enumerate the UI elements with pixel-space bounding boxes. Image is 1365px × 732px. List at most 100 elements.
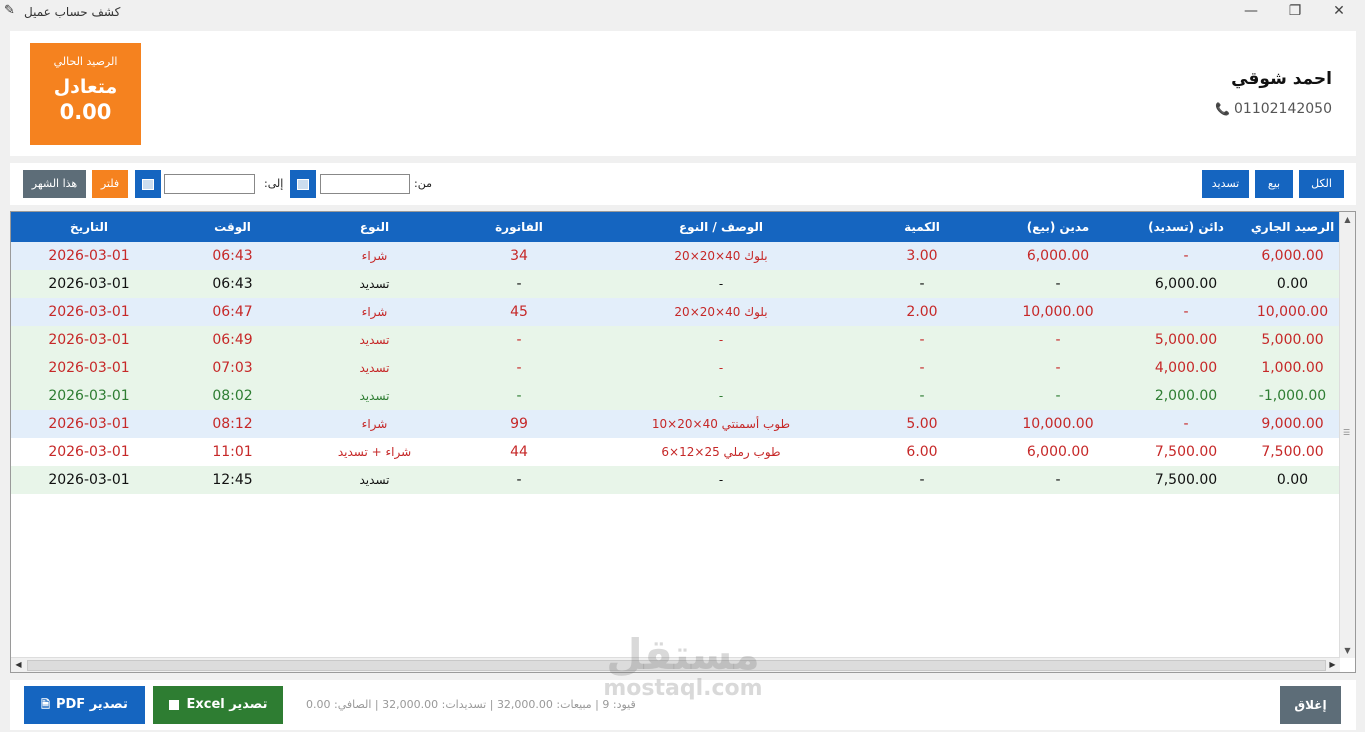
cell-credit: - bbox=[1127, 242, 1245, 270]
filter-button[interactable]: فلتر bbox=[92, 170, 128, 198]
cell-quantity: - bbox=[855, 326, 989, 354]
payment-filter-button[interactable]: تسديد bbox=[1202, 170, 1249, 198]
cell-balance: 1,000.00 bbox=[1245, 354, 1340, 382]
table-row[interactable]: 2026-03-01 11:01 شراء + تسديد 44 طوب رمل… bbox=[11, 438, 1340, 466]
phone-number: 01102142050 bbox=[1234, 101, 1332, 117]
cell-invoice: 45 bbox=[451, 298, 587, 326]
cell-debit: 10,000.00 bbox=[989, 298, 1127, 326]
cell-invoice: 44 bbox=[451, 438, 587, 466]
cell-type: شراء bbox=[298, 242, 451, 270]
file-icon: 🗎 bbox=[41, 698, 50, 711]
close-window-icon[interactable]: ✕ bbox=[1317, 0, 1361, 24]
calendar-icon bbox=[142, 178, 154, 190]
table-row[interactable]: 2026-03-01 12:45 تسديد - - - - 7,500.00 … bbox=[11, 466, 1340, 494]
export-excel-button[interactable]: Excel تصدير bbox=[153, 686, 283, 724]
cell-debit: - bbox=[989, 466, 1127, 494]
from-date-calendar-button[interactable] bbox=[290, 170, 316, 198]
cell-date: 2026-03-01 bbox=[11, 466, 167, 494]
table-row[interactable]: 2026-03-01 06:47 شراء 45 بلوك 40×20×20 2… bbox=[11, 298, 1340, 326]
scroll-right-icon[interactable]: ▶ bbox=[1325, 658, 1340, 672]
cell-type: تسديد bbox=[298, 466, 451, 494]
cell-invoice: - bbox=[451, 354, 587, 382]
scroll-down-icon[interactable]: ▼ bbox=[1340, 643, 1355, 658]
cell-time: 07:03 bbox=[167, 354, 298, 382]
cell-debit: - bbox=[989, 382, 1127, 410]
col-quantity[interactable]: الكمية bbox=[855, 212, 989, 242]
cell-time: 06:49 bbox=[167, 326, 298, 354]
cell-time: 06:43 bbox=[167, 242, 298, 270]
cell-balance: 9,000.00 bbox=[1245, 410, 1340, 438]
cell-date: 2026-03-01 bbox=[11, 382, 167, 410]
cell-credit: - bbox=[1127, 298, 1245, 326]
table-row[interactable]: 2026-03-01 06:49 تسديد - - - - 5,000.00 … bbox=[11, 326, 1340, 354]
customer-phone: 📞 01102142050 bbox=[1215, 101, 1332, 117]
cell-credit: 7,500.00 bbox=[1127, 438, 1245, 466]
cell-description: - bbox=[587, 270, 855, 298]
to-date-input[interactable] bbox=[164, 174, 255, 194]
col-invoice[interactable]: الفاتورة bbox=[451, 212, 587, 242]
minimize-icon[interactable]: — bbox=[1229, 0, 1273, 24]
col-running-balance[interactable]: الرصيد الجاري bbox=[1245, 212, 1340, 242]
col-description[interactable]: الوصف / النوع bbox=[587, 212, 855, 242]
table-row[interactable]: 2026-03-01 07:03 تسديد - - - - 4,000.00 … bbox=[11, 354, 1340, 382]
col-type[interactable]: النوع bbox=[298, 212, 451, 242]
table-row[interactable]: 2026-03-01 08:02 تسديد - - - - 2,000.00 … bbox=[11, 382, 1340, 410]
scroll-up-icon[interactable]: ▲ bbox=[1340, 212, 1355, 227]
cell-invoice: - bbox=[451, 382, 587, 410]
title-bar: ✎ كشف حساب عميل — ❐ ✕ bbox=[0, 0, 1365, 24]
col-time[interactable]: الوقت bbox=[167, 212, 298, 242]
cell-invoice: - bbox=[451, 270, 587, 298]
cell-date: 2026-03-01 bbox=[11, 326, 167, 354]
cell-description: - bbox=[587, 326, 855, 354]
cell-time: 08:02 bbox=[167, 382, 298, 410]
from-date-input[interactable] bbox=[320, 174, 410, 194]
cell-date: 2026-03-01 bbox=[11, 298, 167, 326]
vertical-scrollbar[interactable]: ▲ ☰ ▼ bbox=[1339, 212, 1355, 658]
scroll-left-icon[interactable]: ◀ bbox=[11, 658, 26, 672]
all-filter-button[interactable]: الكل bbox=[1299, 170, 1344, 198]
cell-time: 06:43 bbox=[167, 270, 298, 298]
to-label: :إلى bbox=[264, 177, 284, 190]
cell-date: 2026-03-01 bbox=[11, 438, 167, 466]
cell-credit: - bbox=[1127, 410, 1245, 438]
customer-name: احمد شوقي bbox=[1231, 69, 1332, 89]
cell-debit: 6,000.00 bbox=[989, 438, 1127, 466]
phone-icon: 📞 bbox=[1215, 102, 1231, 116]
cell-quantity: - bbox=[855, 466, 989, 494]
to-date-calendar-button[interactable] bbox=[135, 170, 161, 198]
col-date[interactable]: التاريخ bbox=[11, 212, 167, 242]
export-pdf-button[interactable]: 🗎 PDF تصدير bbox=[24, 686, 145, 724]
col-debit[interactable]: مدين (بيع) bbox=[989, 212, 1127, 242]
cell-description: - bbox=[587, 354, 855, 382]
cell-credit: 7,500.00 bbox=[1127, 466, 1245, 494]
table-row[interactable]: 2026-03-01 06:43 شراء 34 بلوك 40×20×20 3… bbox=[11, 242, 1340, 270]
cell-date: 2026-03-01 bbox=[11, 242, 167, 270]
table-row[interactable]: 2026-03-01 06:43 تسديد - - - - 6,000.00 … bbox=[11, 270, 1340, 298]
this-month-button[interactable]: هذا الشهر bbox=[23, 170, 86, 198]
col-credit[interactable]: دائن (تسديد) bbox=[1127, 212, 1245, 242]
cell-credit: 2,000.00 bbox=[1127, 382, 1245, 410]
cell-quantity: 6.00 bbox=[855, 438, 989, 466]
cell-description: بلوك 40×20×20 bbox=[587, 298, 855, 326]
cell-credit: 6,000.00 bbox=[1127, 270, 1245, 298]
cell-debit: - bbox=[989, 354, 1127, 382]
cell-balance: 10,000.00 bbox=[1245, 298, 1340, 326]
cell-date: 2026-03-01 bbox=[11, 270, 167, 298]
balance-label: الرصيد الحالي bbox=[53, 55, 118, 68]
cell-balance: 7,500.00 bbox=[1245, 438, 1340, 466]
window-title: كشف حساب عميل bbox=[24, 5, 121, 19]
table-row[interactable]: 2026-03-01 08:12 شراء 99 طوب أسمنتي 40×2… bbox=[11, 410, 1340, 438]
cell-type: تسديد bbox=[298, 382, 451, 410]
cell-type: شراء + تسديد bbox=[298, 438, 451, 466]
balance-status: متعادل bbox=[53, 76, 118, 98]
from-label: :من bbox=[414, 177, 432, 190]
cell-description: طوب أسمنتي 40×20×10 bbox=[587, 410, 855, 438]
close-button[interactable]: إغلاق bbox=[1280, 686, 1341, 724]
cell-description: طوب رملي 25×12×6 bbox=[587, 438, 855, 466]
customer-header: الرصيد الحالي متعادل 0.00 احمد شوقي 📞 011… bbox=[10, 31, 1356, 156]
sale-filter-button[interactable]: بيع bbox=[1255, 170, 1293, 198]
cell-description: - bbox=[587, 466, 855, 494]
cell-quantity: - bbox=[855, 354, 989, 382]
restore-icon[interactable]: ❐ bbox=[1273, 0, 1317, 24]
cell-invoice: - bbox=[451, 326, 587, 354]
